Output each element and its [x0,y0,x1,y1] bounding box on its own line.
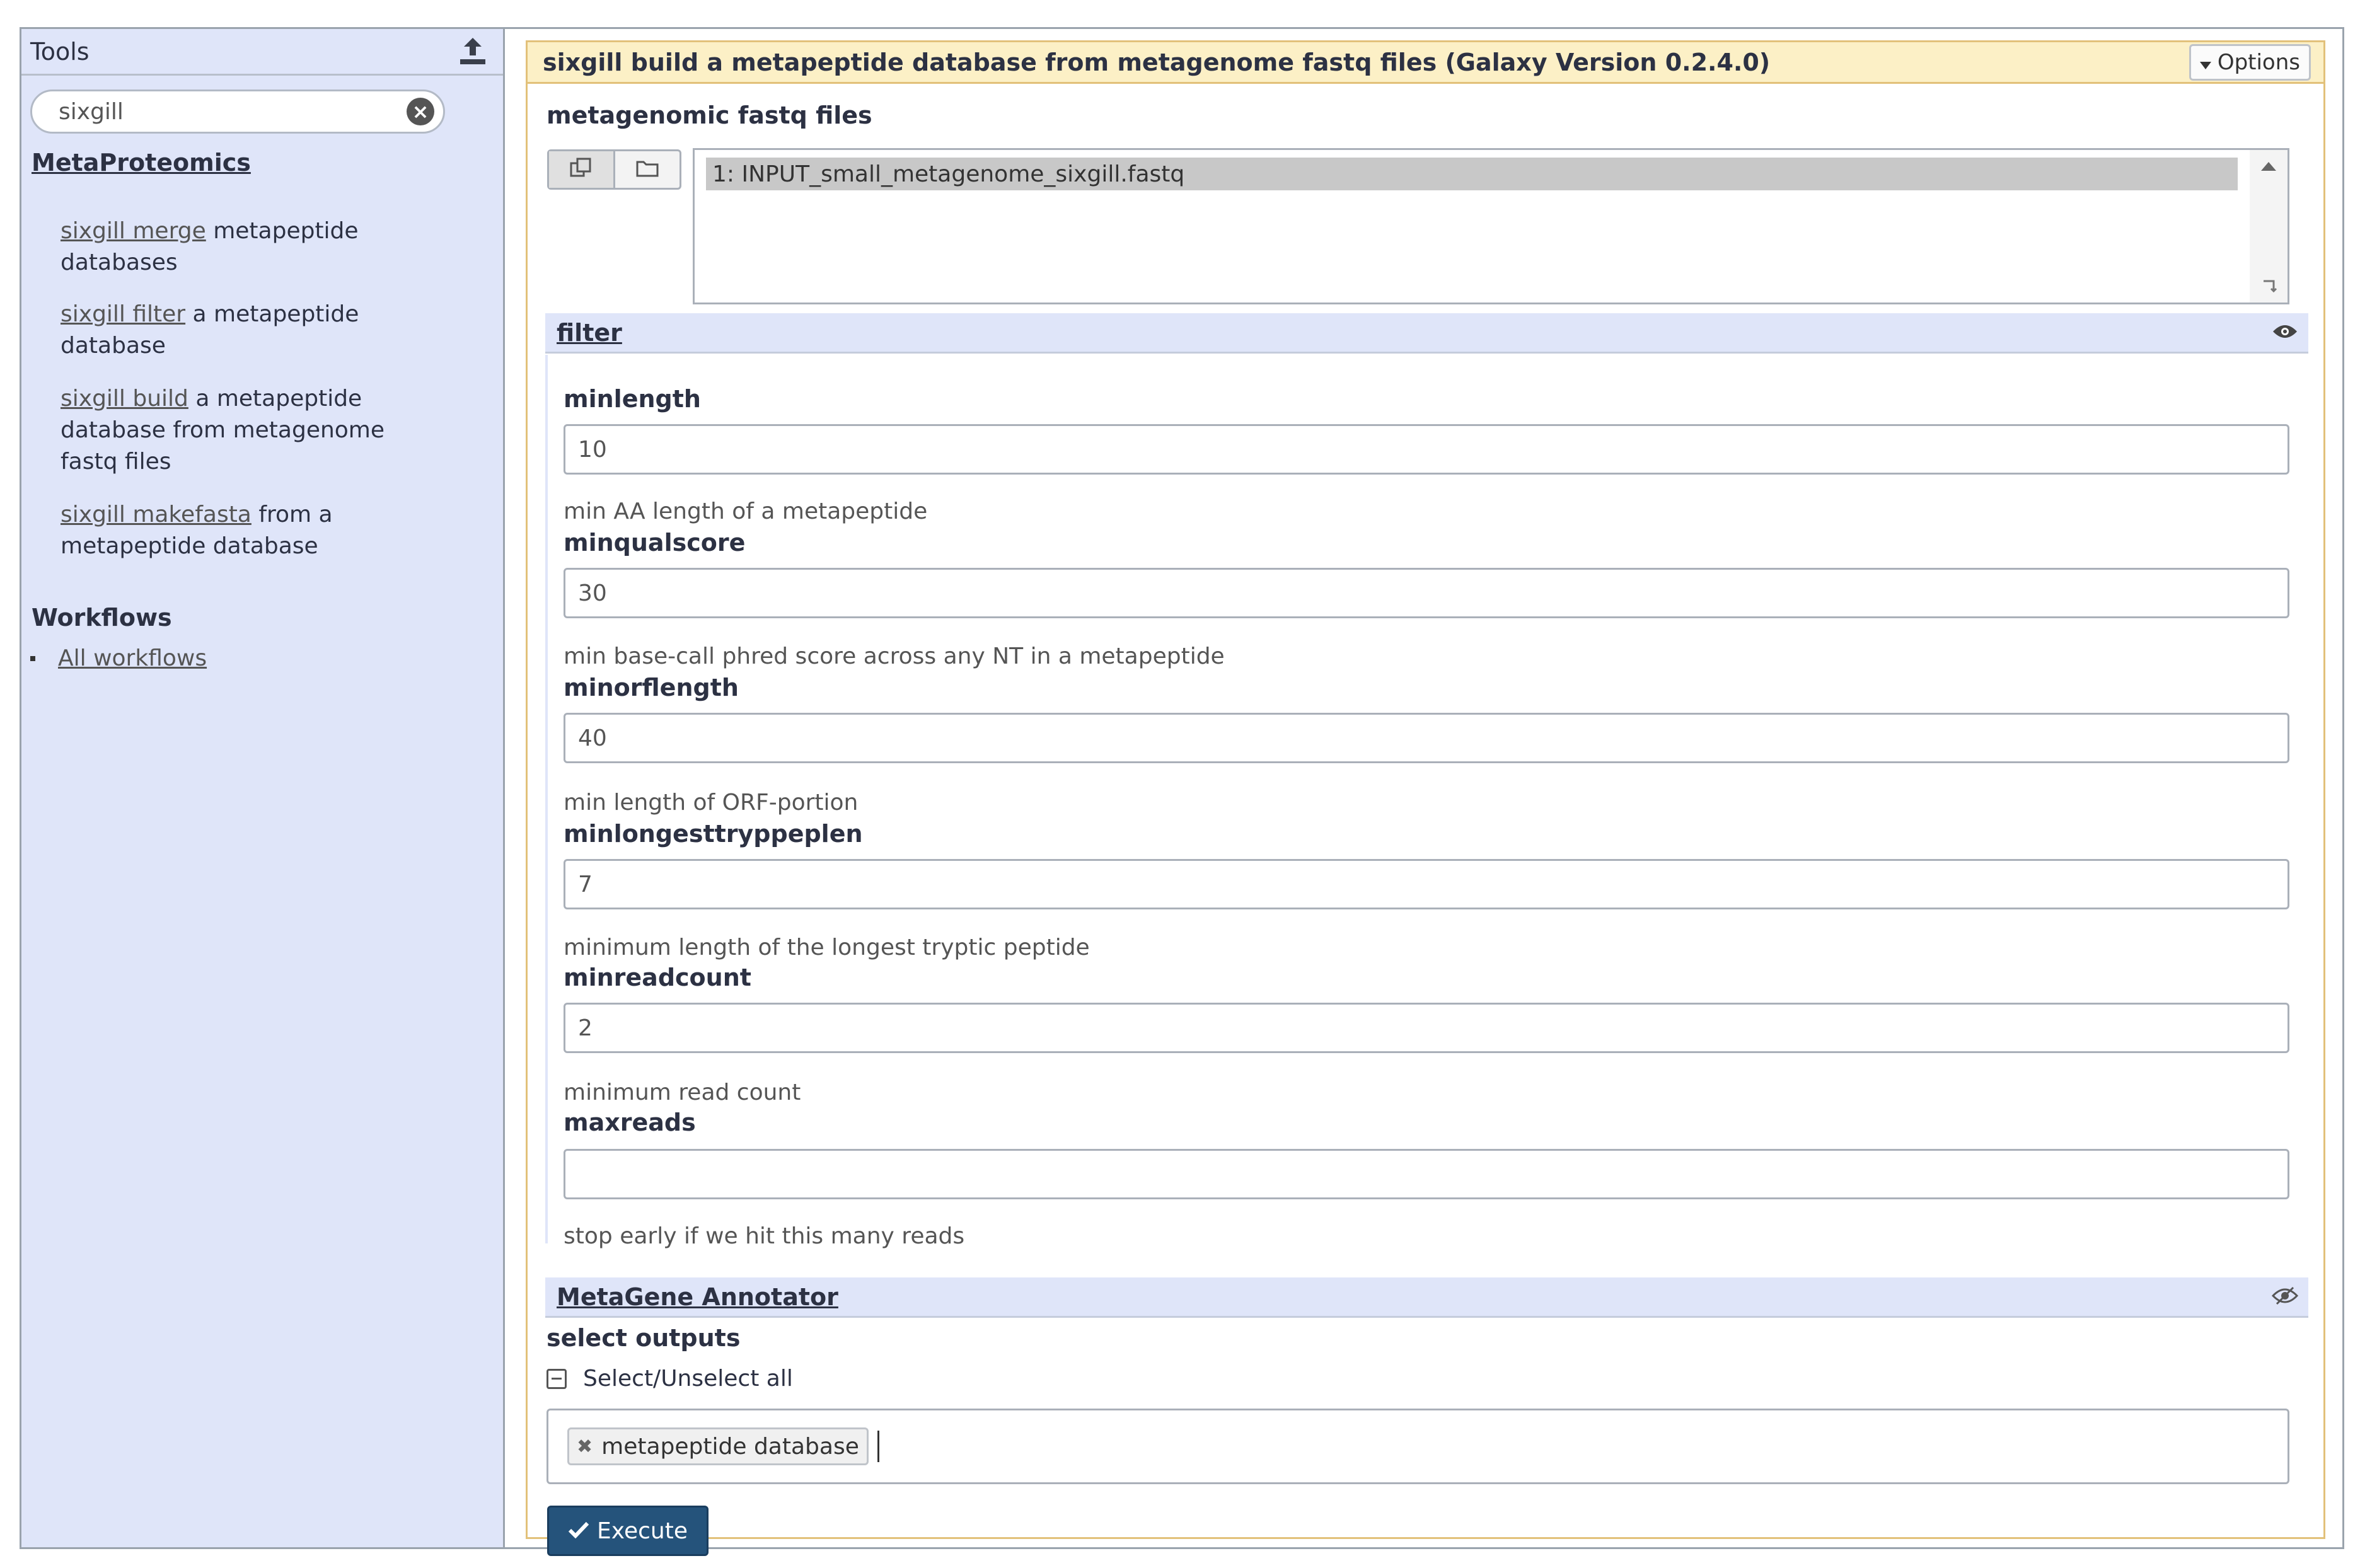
folder-icon [635,158,660,181]
tool-link-sixgill-merge[interactable]: sixgill merge metapeptide databases [61,216,439,279]
copy-icon [569,157,594,182]
param-label-minlength: minlength [564,385,701,413]
dataset-source-toggle[interactable] [547,149,681,190]
tool-search-input[interactable] [57,98,407,125]
check-icon [568,1518,589,1544]
param-label-minreadcount: minreadcount [564,964,751,991]
section-header-filter[interactable]: filter [545,313,2308,354]
options-button[interactable]: Options [2189,43,2311,81]
tool-link-name[interactable]: sixgill makefasta [61,502,252,527]
param-label-minlongesttryppeplen: minlongesttryppeplen [564,820,863,848]
tool-link-sixgill-filter[interactable]: sixgill filter a metapeptide database [61,299,439,362]
minus-square-icon[interactable] [547,1368,567,1389]
tools-title: Tools [30,37,90,66]
select-all-toggle[interactable]: Select/Unselect all [547,1366,793,1392]
param-help-minlongesttryppeplen: minimum length of the longest tryptic pe… [564,935,1090,960]
dataset-select[interactable]: 1: INPUT_small_metagenome_sixgill.fastq [693,148,2289,304]
caret-down-icon [2199,50,2211,75]
all-workflows-link[interactable]: All workflows [58,645,207,671]
eye-slash-icon[interactable] [2271,1286,2299,1308]
remove-tag-icon[interactable]: ✖ [577,1436,593,1458]
tool-link-name[interactable]: sixgill merge [61,218,206,244]
outputs-select-field[interactable]: ✖ metapeptide database [547,1409,2289,1484]
minqualscore-input[interactable] [577,579,2288,607]
eye-icon[interactable] [2272,323,2298,343]
text-cursor [877,1431,879,1462]
section-filter-title[interactable]: filter [557,319,622,347]
tool-link-sixgill-makefasta[interactable]: sixgill makefasta from a metapeptide dat… [61,499,439,562]
tool-form: sixgill build a metapeptide database fro… [526,40,2325,1556]
dataset-option-selected[interactable]: 1: INPUT_small_metagenome_sixgill.fastq [706,158,2238,190]
output-tag-label: metapeptide database [601,1433,859,1460]
minlength-field[interactable] [564,424,2289,475]
tool-link-name[interactable]: sixgill filter [61,301,185,327]
param-help-minlength: min AA length of a metapeptide [564,499,928,524]
tool-search-box[interactable]: × [30,89,445,134]
minreadcount-input[interactable] [577,1014,2288,1042]
execute-label: Execute [597,1518,688,1544]
param-help-minreadcount: minimum read count [564,1080,801,1105]
resize-handle-icon[interactable] [2262,276,2279,295]
tool-sidebar: Tools × MetaProteomics sixgill merge met… [21,29,505,1547]
galaxy-app: Tools × MetaProteomics sixgill merge met… [0,0,2360,1568]
tool-title-bar: sixgill build a metapeptide database fro… [528,42,2323,84]
param-label-minorflength: minorflength [564,674,739,701]
tool-title: sixgill build a metapeptide database fro… [543,48,1771,76]
minlongesttryppeplen-input[interactable] [577,870,2288,898]
multiple-datasets-button[interactable] [549,151,615,188]
param-help-minqualscore: min base-call phred score across any NT … [564,643,1225,669]
options-label: Options [2217,49,2300,75]
param-help-maxreads: stop early if we hit this many reads [564,1223,965,1249]
output-tag: ✖ metapeptide database [567,1427,869,1465]
tools-header: Tools [21,29,503,76]
tool-link-name[interactable]: sixgill build [61,386,188,412]
maxreads-field[interactable] [564,1149,2289,1199]
select-all-label: Select/Unselect all [583,1366,793,1392]
select-outputs-label: select outputs [547,1324,741,1352]
scroll-up-icon[interactable] [2261,161,2276,173]
clear-icon[interactable]: × [407,98,434,125]
param-label-maxreads: maxreads [564,1109,696,1136]
all-workflows-item[interactable]: All workflows [30,645,207,671]
param-label-minqualscore: minqualscore [564,529,746,556]
tool-link-sixgill-build[interactable]: sixgill build a metapeptide database fro… [61,383,439,478]
section-metaproteomics[interactable]: MetaProteomics [32,149,251,176]
section-metagene-title[interactable]: MetaGene Annotator [557,1283,838,1311]
window-frame: Tools × MetaProteomics sixgill merge met… [20,27,2344,1556]
section-header-metagene[interactable]: MetaGene Annotator [545,1277,2308,1318]
dataset-scrollbar[interactable] [2250,150,2288,303]
workflows-title: Workflows [32,604,172,631]
maxreads-input[interactable] [577,1160,2288,1188]
minorflength-field[interactable] [564,713,2289,763]
execute-button[interactable]: Execute [547,1506,709,1556]
minreadcount-field[interactable] [564,1003,2289,1053]
filter-section-bar [545,355,548,1243]
upload-icon[interactable] [455,34,490,69]
minlength-input[interactable] [577,435,2288,463]
param-help-minorflength: min length of ORF-portion [564,790,859,816]
collection-button[interactable] [615,151,680,188]
input-label: metagenomic fastq files [547,101,872,129]
bullet-icon [30,655,35,661]
minorflength-input[interactable] [577,724,2288,752]
minqualscore-field[interactable] [564,568,2289,618]
minlongesttryppeplen-field[interactable] [564,859,2289,909]
